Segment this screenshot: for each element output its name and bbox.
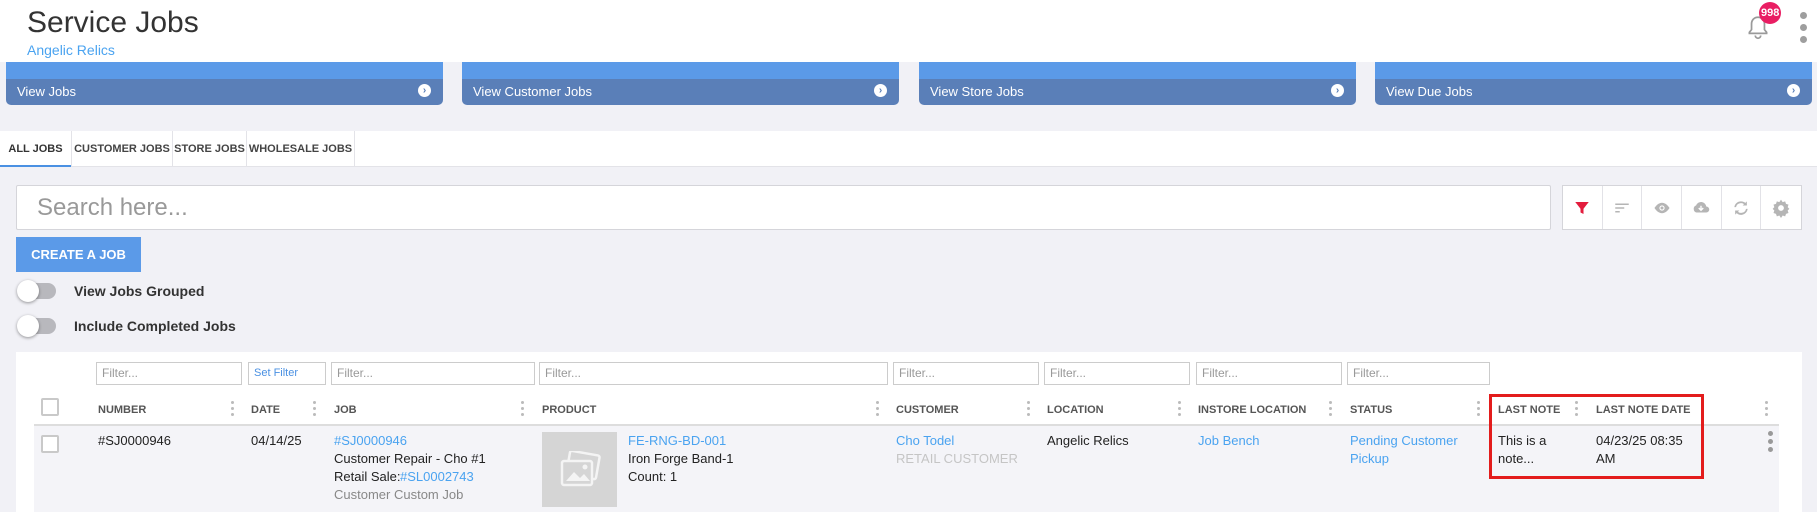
tab-all-jobs[interactable]: ALL JOBS: [0, 131, 71, 167]
view-due-jobs-card[interactable]: View Due Jobs ›: [1375, 62, 1812, 105]
product-sku-link[interactable]: FE-RNG-BD-001: [628, 432, 726, 450]
view-due-jobs-label: View Due Jobs: [1386, 84, 1473, 99]
column-header-product[interactable]: PRODUCT: [542, 398, 596, 422]
view-jobs-grouped-label: View Jobs Grouped: [74, 283, 205, 299]
notification-badge: 998: [1759, 2, 1782, 24]
eye-icon[interactable]: [1642, 186, 1683, 229]
column-resize-handle[interactable]: [1329, 401, 1333, 419]
page-header: Service Jobs Angelic Relics 998: [0, 0, 1817, 62]
row-number: #SJ0000946: [98, 433, 172, 448]
column-resize-handle[interactable]: [1765, 401, 1769, 419]
cloud-download-icon[interactable]: [1682, 186, 1722, 229]
customer-filter-input[interactable]: Filter...: [893, 362, 1039, 385]
column-resize-handle[interactable]: [876, 401, 880, 419]
row-select-checkbox[interactable]: [41, 435, 59, 453]
job-type: Customer Custom Job: [334, 487, 464, 502]
product-name: Iron Forge Band-1: [628, 451, 734, 466]
gear-icon[interactable]: [1761, 186, 1801, 229]
customer-type: RETAIL CUSTOMER: [896, 451, 1018, 466]
product-count: Count: 1: [628, 469, 678, 484]
view-jobs-grouped-toggle[interactable]: [17, 280, 56, 302]
view-jobs-label: View Jobs: [17, 84, 77, 99]
column-resize-handle[interactable]: [1477, 401, 1481, 419]
page-title: Service Jobs: [27, 6, 199, 39]
instore-location-filter-input[interactable]: Filter...: [1196, 362, 1342, 385]
column-resize-handle[interactable]: [231, 401, 235, 419]
product-image-placeholder-icon[interactable]: [542, 432, 617, 507]
customer-name-link[interactable]: Cho Todel: [896, 432, 954, 450]
view-customer-jobs-card[interactable]: View Customer Jobs ›: [462, 62, 899, 105]
job-title: Customer Repair - Cho #1: [334, 451, 486, 466]
product-filter-input[interactable]: Filter...: [539, 362, 888, 385]
retail-sale-label: Retail Sale:: [334, 469, 401, 484]
job-filter-input[interactable]: Filter...: [331, 362, 535, 385]
row-date: 04/14/25: [251, 433, 302, 448]
more-options-icon[interactable]: [1800, 12, 1808, 46]
view-customer-jobs-label: View Customer Jobs: [473, 84, 592, 99]
date-set-filter[interactable]: Set Filter: [248, 362, 326, 385]
number-filter-input[interactable]: Filter...: [96, 362, 242, 385]
row-location: Angelic Relics: [1047, 433, 1129, 448]
view-jobs-card[interactable]: View Jobs ›: [6, 62, 443, 105]
row-actions-icon[interactable]: [1768, 431, 1774, 455]
status-link-line1[interactable]: Pending Customer: [1350, 432, 1458, 450]
chevron-right-icon: ›: [1331, 84, 1344, 97]
tab-store-jobs[interactable]: STORE JOBS: [173, 131, 246, 167]
grid-toolbar: [1562, 185, 1802, 230]
view-store-jobs-label: View Store Jobs: [930, 84, 1024, 99]
column-resize-handle[interactable]: [313, 401, 317, 419]
retail-sale-link[interactable]: #SL0002743: [400, 468, 474, 486]
column-header-customer[interactable]: CUSTOMER: [896, 398, 959, 422]
view-jobs-grouped-row: View Jobs Grouped: [17, 280, 205, 302]
chevron-right-icon: ›: [418, 84, 431, 97]
column-resize-handle[interactable]: [1027, 401, 1031, 419]
tab-wholesale-jobs[interactable]: WHOLESALE JOBS: [247, 131, 354, 167]
column-header-status[interactable]: STATUS: [1350, 398, 1392, 422]
column-resize-handle[interactable]: [1178, 401, 1182, 419]
column-header-instore-location[interactable]: INSTORE LOCATION: [1198, 398, 1306, 422]
include-completed-toggle[interactable]: [17, 315, 56, 337]
filter-icon[interactable]: [1563, 186, 1603, 229]
column-header-location[interactable]: LOCATION: [1047, 398, 1104, 422]
sync-icon[interactable]: [1722, 186, 1762, 229]
create-job-button[interactable]: CREATE A JOB: [16, 237, 141, 272]
sort-icon[interactable]: [1603, 186, 1643, 229]
search-input[interactable]: Search here...: [16, 185, 1551, 230]
column-header-date[interactable]: DATE: [251, 398, 280, 422]
highlight-box: [1489, 394, 1704, 479]
column-resize-handle[interactable]: [521, 401, 525, 419]
include-completed-label: Include Completed Jobs: [74, 318, 236, 334]
location-filter-input[interactable]: Filter...: [1044, 362, 1190, 385]
column-header-number[interactable]: NUMBER: [98, 398, 146, 422]
status-filter-input[interactable]: Filter...: [1347, 362, 1490, 385]
chevron-right-icon: ›: [874, 84, 887, 97]
job-tabs: ALL JOBS CUSTOMER JOBS STORE JOBS WHOLES…: [0, 131, 1817, 167]
view-store-jobs-card[interactable]: View Store Jobs ›: [919, 62, 1356, 105]
column-header-job[interactable]: JOB: [334, 398, 357, 422]
job-number-link[interactable]: #SJ0000946: [334, 432, 407, 450]
select-all-checkbox[interactable]: [41, 398, 59, 416]
include-completed-row: Include Completed Jobs: [17, 315, 236, 337]
status-link-line2[interactable]: Pickup: [1350, 450, 1389, 468]
tab-customer-jobs[interactable]: CUSTOMER JOBS: [72, 131, 172, 167]
instore-location-link[interactable]: Job Bench: [1198, 432, 1259, 450]
chevron-right-icon: ›: [1787, 84, 1800, 97]
store-name-link[interactable]: Angelic Relics: [27, 42, 115, 58]
